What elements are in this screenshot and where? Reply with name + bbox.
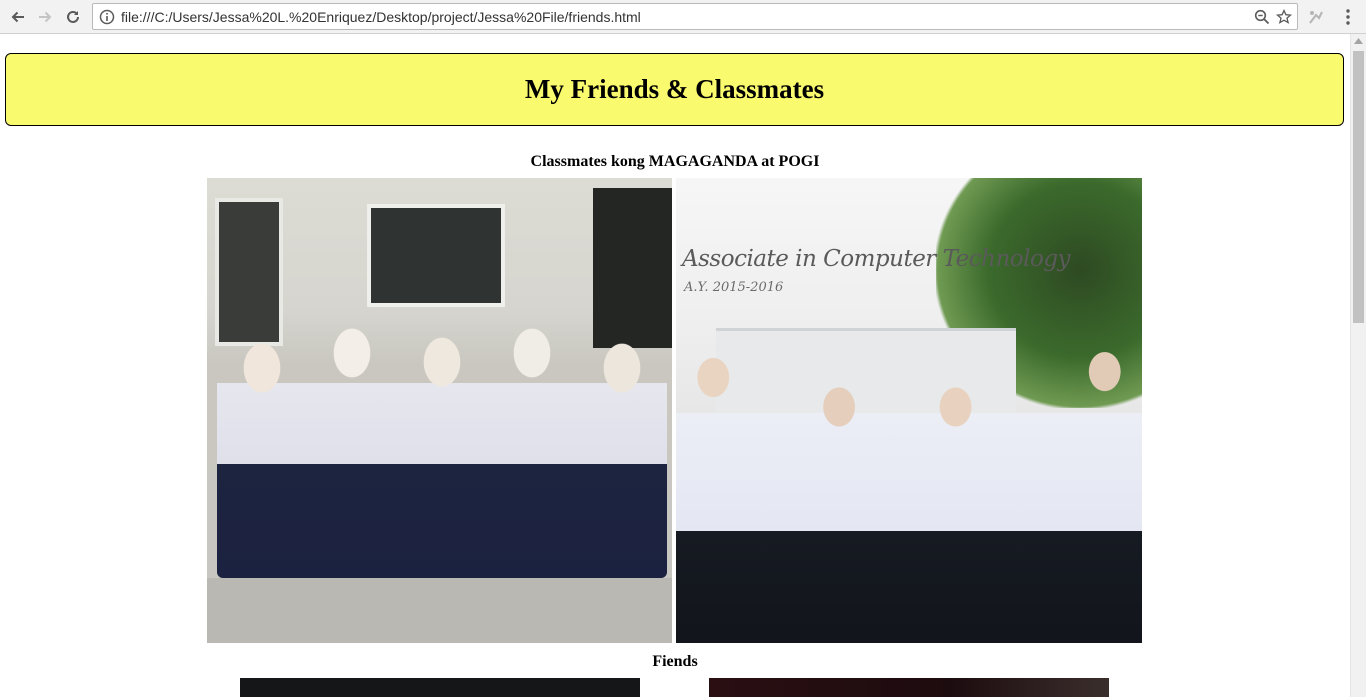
photo-ground: [207, 578, 672, 643]
forward-button[interactable]: [33, 5, 57, 29]
address-bar[interactable]: file:///C:/Users/Jessa%20L.%20Enriquez/D…: [92, 3, 1298, 30]
zoom-icon[interactable]: [1254, 9, 1270, 25]
friends-photo-2: [709, 678, 1109, 697]
back-arrow-icon: [11, 11, 24, 23]
page-viewport: My Friends & Classmates Classmates kong …: [0, 34, 1350, 697]
classmates-photo-2: Associate in Computer Technology A.Y. 20…: [676, 178, 1142, 643]
photo-group-figure: [217, 278, 667, 578]
browser-toolbar: file:///C:/Users/Jessa%20L.%20Enriquez/D…: [0, 0, 1366, 34]
page-title: My Friends & Classmates: [524, 74, 825, 104]
extension-icon[interactable]: [1306, 7, 1326, 27]
scroll-up-arrow-icon[interactable]: [1354, 38, 1363, 44]
friends-photo-1: [240, 678, 640, 697]
classmates-photo-1: [207, 178, 672, 643]
section-heading-classmates: Classmates kong MAGAGANDA at POGI: [530, 153, 820, 170]
forward-arrow-icon: [39, 11, 52, 23]
page-header: My Friends & Classmates: [5, 53, 1344, 126]
reload-button[interactable]: [61, 5, 85, 29]
star-icon[interactable]: [1276, 9, 1292, 25]
photo-group-figure: [676, 348, 1142, 643]
photo-caption: Associate in Computer Technology: [682, 246, 1071, 272]
photo-subcaption: A.Y. 2015-2016: [684, 280, 784, 295]
scrollbar-thumb[interactable]: [1353, 51, 1364, 323]
vertical-scrollbar[interactable]: [1350, 34, 1366, 697]
reload-icon: [67, 10, 79, 23]
kebab-menu-icon[interactable]: [1340, 7, 1356, 27]
url-text[interactable]: file:///C:/Users/Jessa%20L.%20Enriquez/D…: [121, 9, 641, 25]
info-icon[interactable]: [99, 9, 115, 25]
section-heading-friends: Fiends: [652, 653, 698, 670]
back-button[interactable]: [6, 5, 30, 29]
